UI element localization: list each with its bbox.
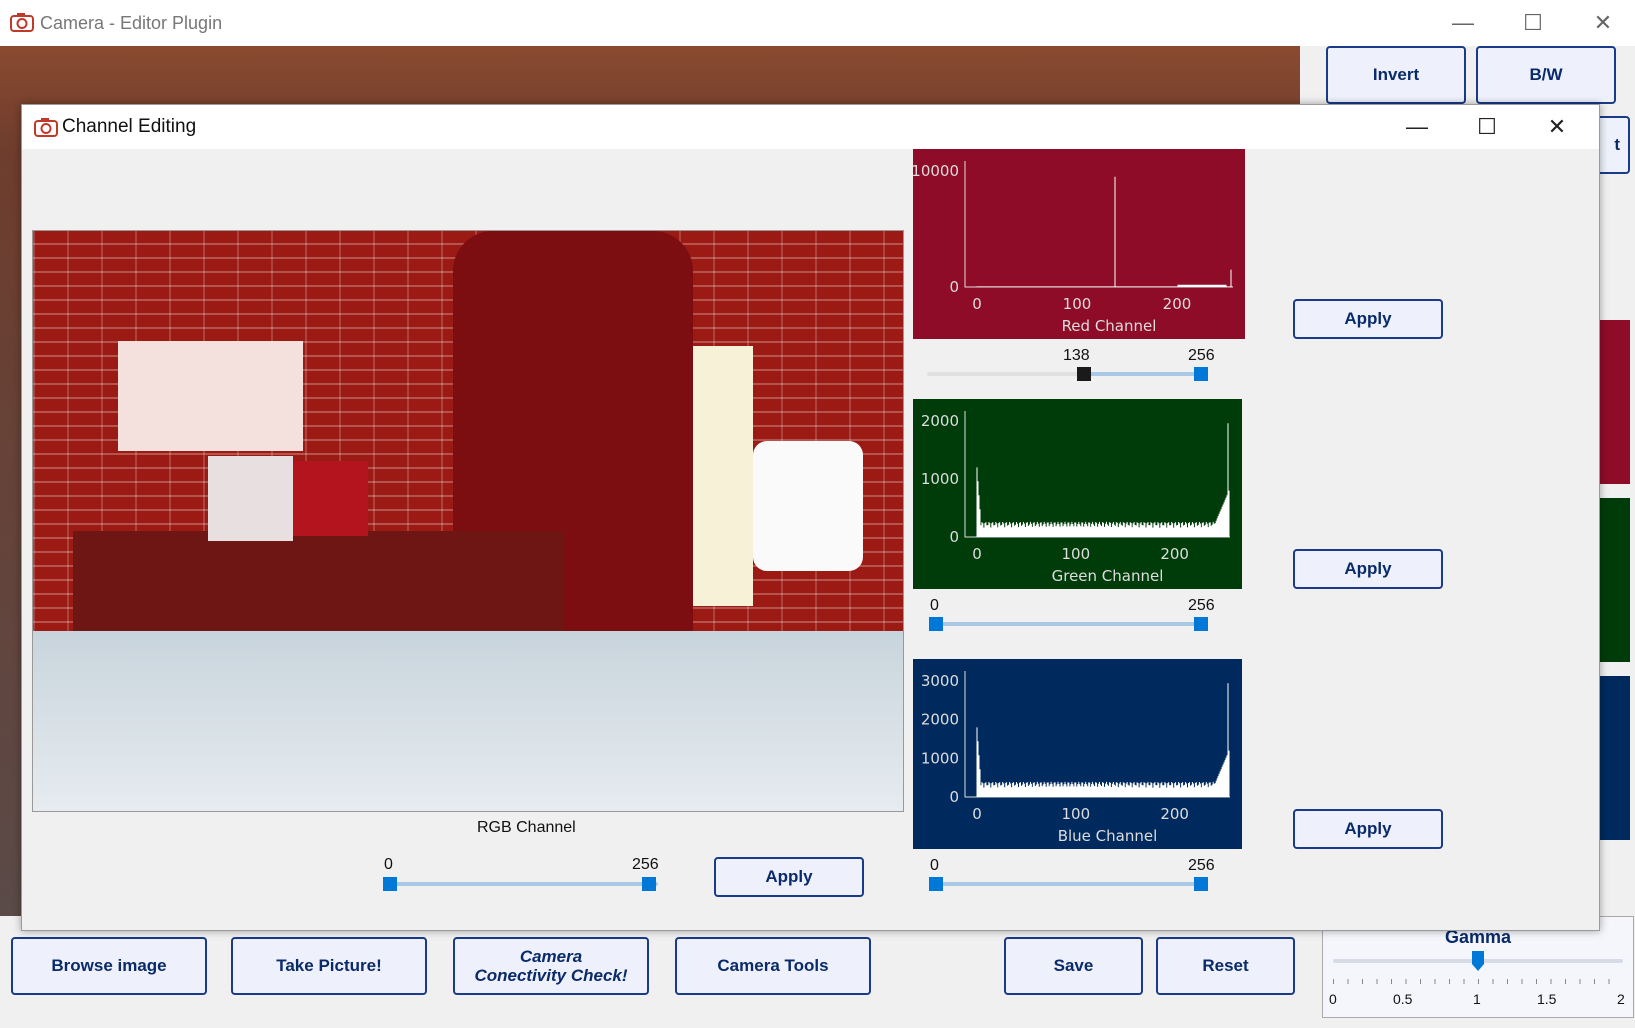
camera-icon <box>34 116 58 143</box>
bw-button[interactable]: B/W <box>1476 46 1616 104</box>
gamma-slider-handle[interactable] <box>1472 951 1484 971</box>
red-slider-range <box>1084 372 1199 376</box>
rgb-channel-label: RGB Channel <box>477 819 576 836</box>
red-max-label: 256 <box>1188 347 1215 364</box>
rgb-slider-track[interactable] <box>390 882 658 886</box>
dialog-titlebar: Channel Editing — ☐ ✕ <box>22 105 1599 149</box>
histogram-y-tick: 1000 <box>921 470 959 488</box>
main-titlebar: Camera - Editor Plugin — ☐ ✕ <box>0 0 1635 47</box>
histogram-x-tick: 0 <box>972 805 982 823</box>
preview-red-box <box>293 461 368 536</box>
green-slider-track[interactable] <box>936 622 1199 626</box>
camera-icon <box>10 11 34 38</box>
red-slider-high-handle[interactable] <box>1194 367 1208 381</box>
gamma-tick-0-5: 0.5 <box>1393 991 1413 1007</box>
dialog-close-button[interactable]: ✕ <box>1522 105 1592 149</box>
dialog-title: Channel Editing <box>62 116 197 137</box>
red-min-label: 138 <box>1063 347 1090 364</box>
histogram-y-tick: 1000 <box>921 749 959 767</box>
histogram-y-tick: 2000 <box>921 412 959 430</box>
connectivity-check-button[interactable]: Camera Conectivity Check! <box>453 937 649 995</box>
histogram-title: Red Channel <box>1062 317 1157 335</box>
gamma-tick-2: 2 <box>1617 991 1625 1007</box>
preview-window-light <box>118 341 303 451</box>
histogram-x-tick: 200 <box>1160 805 1189 823</box>
camera-tools-button[interactable]: Camera Tools <box>675 937 871 995</box>
blue-apply-button[interactable]: Apply <box>1293 809 1443 849</box>
take-picture-button[interactable]: Take Picture! <box>231 937 427 995</box>
close-button[interactable]: ✕ <box>1580 0 1626 46</box>
green-slider-low-handle[interactable] <box>929 617 943 631</box>
histogram-x-tick: 100 <box>1062 805 1091 823</box>
histogram-x-tick: 100 <box>1063 295 1092 313</box>
green-apply-button[interactable]: Apply <box>1293 549 1443 589</box>
histogram-title: Blue Channel <box>1058 827 1158 845</box>
histogram-x-tick: 0 <box>972 545 982 563</box>
rgb-apply-button[interactable]: Apply <box>714 857 864 897</box>
histogram-y-tick: 10000 <box>913 162 959 180</box>
blue-max-label: 256 <box>1188 857 1215 874</box>
histogram-x-tick: 200 <box>1163 295 1192 313</box>
gamma-tick-1-5: 1.5 <box>1537 991 1557 1007</box>
preview-white-box <box>208 456 293 541</box>
green-max-label: 256 <box>1188 597 1215 614</box>
green-histogram: 2000 1000 0 0 100 200 Green Channel <box>913 399 1242 589</box>
preview-floor <box>33 631 903 811</box>
window-title: Camera - Editor Plugin <box>40 13 223 33</box>
gamma-panel: Gamma 0 0.5 1 1.5 2 <box>1322 916 1634 1018</box>
red-slider-low-handle[interactable] <box>1077 367 1091 381</box>
blue-slider-track[interactable] <box>936 882 1199 886</box>
histogram-x-tick: 100 <box>1062 545 1091 563</box>
green-slider-high-handle[interactable] <box>1194 617 1208 631</box>
rgb-max-label: 256 <box>632 856 659 873</box>
histogram-y-tick: 3000 <box>921 672 959 690</box>
red-histogram: 10000 0 0 100 200 Red Channel <box>913 149 1245 339</box>
browse-image-button[interactable]: Browse image <box>11 937 207 995</box>
dialog-maximize-button[interactable]: ☐ <box>1452 105 1522 149</box>
blue-slider-low-handle[interactable] <box>929 877 943 891</box>
reset-button[interactable]: Reset <box>1156 937 1295 995</box>
rgb-slider-high-handle[interactable] <box>642 877 656 891</box>
green-min-label: 0 <box>930 597 939 614</box>
minimize-button[interactable]: — <box>1440 0 1486 46</box>
rgb-slider-low-handle[interactable] <box>383 877 397 891</box>
gamma-tick-marks <box>1333 979 1623 984</box>
dialog-minimize-button[interactable]: — <box>1382 105 1452 149</box>
connectivity-check-label-line2: Conectivity Check! <box>474 966 628 985</box>
histogram-x-tick: 200 <box>1160 545 1189 563</box>
save-button[interactable]: Save <box>1004 937 1143 995</box>
gamma-tick-1: 1 <box>1473 991 1481 1007</box>
red-apply-button[interactable]: Apply <box>1293 299 1443 339</box>
connectivity-check-label-line1: Camera <box>519 947 583 966</box>
maximize-button[interactable]: ☐ <box>1510 0 1556 46</box>
histogram-title: Green Channel <box>1052 567 1164 585</box>
gamma-tick-0: 0 <box>1329 991 1337 1007</box>
preview-white-object <box>753 441 863 571</box>
blue-min-label: 0 <box>930 857 939 874</box>
invert-button[interactable]: Invert <box>1326 46 1466 104</box>
histogram-y-tick: 0 <box>949 278 959 296</box>
histogram-y-tick: 0 <box>949 788 959 806</box>
channel-image-preview <box>32 230 904 812</box>
histogram-y-tick: 0 <box>949 528 959 546</box>
histogram-x-tick: 0 <box>972 295 982 313</box>
rgb-min-label: 0 <box>384 856 393 873</box>
histogram-y-tick: 2000 <box>921 711 959 729</box>
channel-editing-dialog: Channel Editing — ☐ ✕ RGB Channel 0 256 … <box>21 104 1600 931</box>
blue-histogram: 3000 2000 1000 0 0 100 200 Blue Channel <box>913 659 1242 849</box>
blue-slider-high-handle[interactable] <box>1194 877 1208 891</box>
